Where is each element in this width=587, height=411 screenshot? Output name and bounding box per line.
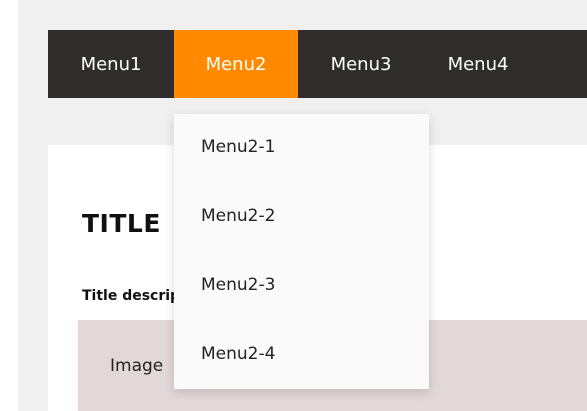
top-navigation-bar: Menu1 Menu2 Menu3 Menu4: [48, 30, 587, 98]
dropdown-item-menu2-3[interactable]: Menu2-3: [201, 275, 275, 295]
dropdown-item-menu2-4[interactable]: Menu2-4: [201, 344, 275, 364]
nav-item-menu3[interactable]: Menu3: [298, 30, 424, 98]
menu2-dropdown: Menu2-1 Menu2-2 Menu2-3 Menu2-4: [174, 114, 429, 389]
image-label: Image: [110, 356, 164, 376]
nav-item-menu2[interactable]: Menu2: [174, 30, 298, 98]
page: Menu1 Menu2 Menu3 Menu4 TITLE Title desc…: [0, 0, 587, 411]
dropdown-item-menu2-1[interactable]: Menu2-1: [201, 137, 275, 157]
left-margin-strip: [0, 0, 18, 411]
nav-item-menu1[interactable]: Menu1: [48, 30, 174, 98]
nav-item-menu4[interactable]: Menu4: [424, 30, 532, 98]
page-title: TITLE: [82, 209, 161, 238]
dropdown-item-menu2-2[interactable]: Menu2-2: [201, 206, 275, 226]
